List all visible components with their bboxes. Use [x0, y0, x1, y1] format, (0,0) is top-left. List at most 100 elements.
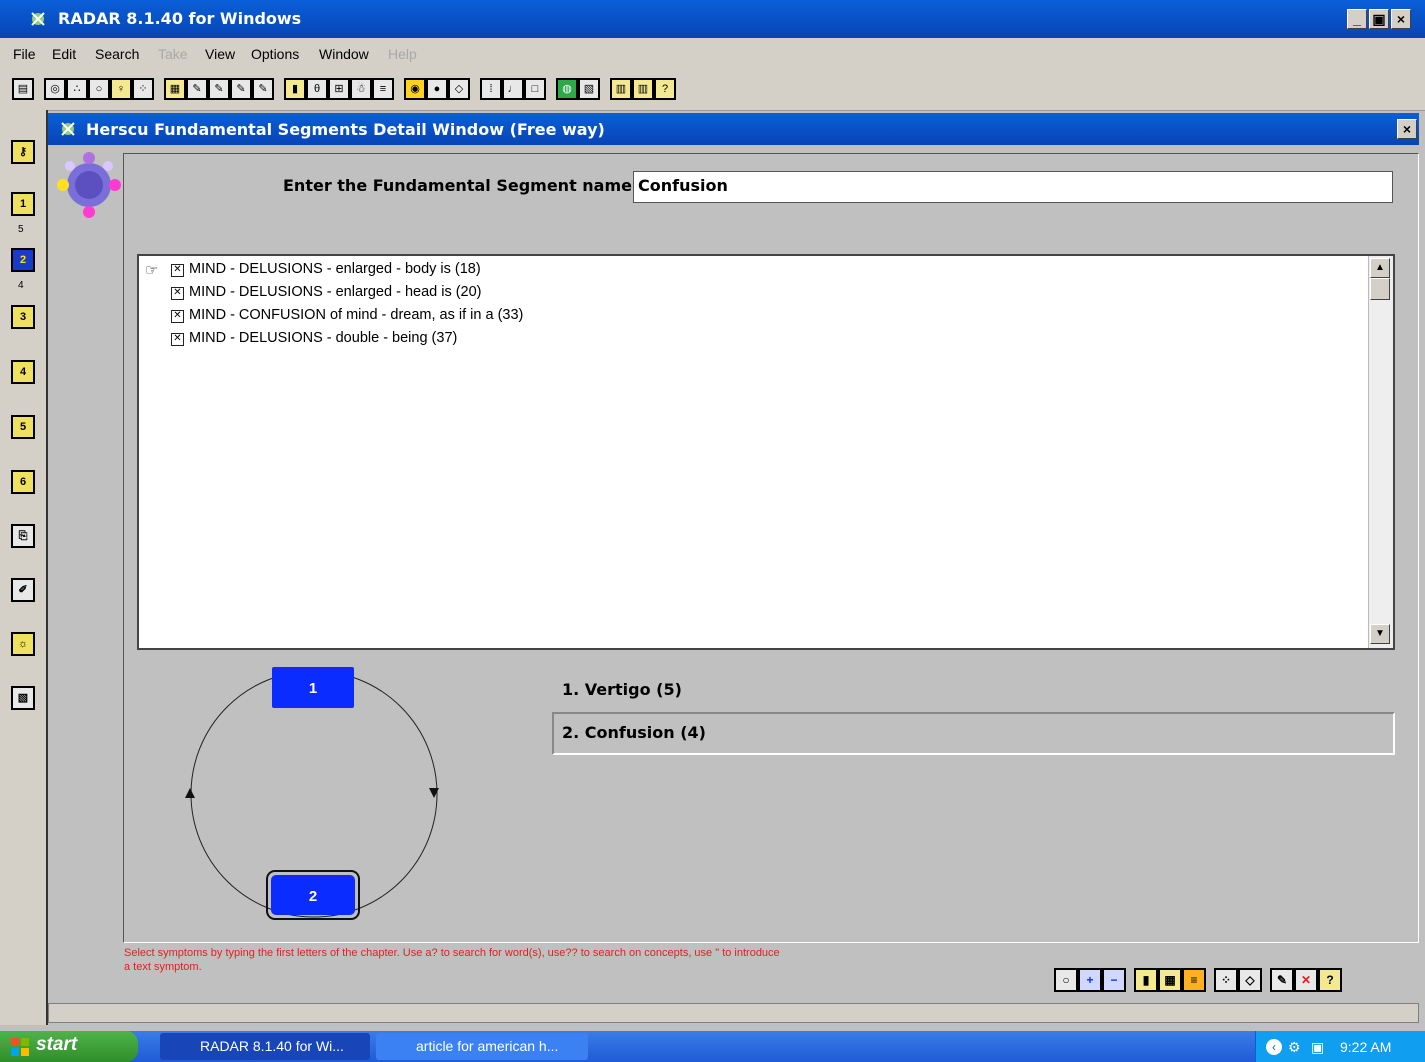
tray-network-icon[interactable]: ⚙ — [1288, 1039, 1301, 1056]
binoculars-icon[interactable]: ◎ — [44, 78, 66, 100]
cycle-node-2-label: 2 — [309, 888, 317, 905]
menu-view[interactable]: View — [205, 46, 235, 62]
bar-chart-icon[interactable]: ▮ — [284, 78, 306, 100]
bar-chart-bottom-icon[interactable]: ▮ — [1134, 968, 1158, 992]
detail-window-title: Herscu Fundamental Segments Detail Windo… — [86, 120, 605, 139]
cycle-node-1-label: 1 — [309, 680, 317, 697]
tray-clock: 9:22 AM — [1340, 1039, 1392, 1055]
book-1-icon[interactable]: ▥ — [610, 78, 632, 100]
scroll-down-icon[interactable]: ▼ — [1370, 624, 1390, 644]
key-icon[interactable]: ⚷ — [11, 140, 35, 164]
scroll-up-icon[interactable]: ▲ — [1370, 258, 1390, 278]
tray-expand-icon[interactable]: ‹ — [1266, 1039, 1282, 1055]
menu-edit[interactable]: Edit — [52, 46, 76, 62]
left-toolstrip: ⚷ 1 5 2 4 3 4 5 6 ⎘ ✐ ☼ ▧ — [0, 110, 48, 1025]
open-folder-icon[interactable]: ▤ — [12, 78, 34, 100]
help-icon[interactable]: ? — [654, 78, 676, 100]
rubric-item[interactable]: MIND - DELUSIONS - enlarged - body is (1… — [189, 261, 481, 277]
rubric-list[interactable]: ☞ ✕ MIND - DELUSIONS - enlarged - body i… — [137, 254, 1395, 650]
segment-item[interactable]: 1. Vertigo (5) — [562, 680, 682, 699]
clipboard-3-button[interactable]: 3 — [11, 305, 35, 329]
detail-window-close-button[interactable]: × — [1397, 119, 1417, 139]
bulb-icon-left[interactable]: ☼ — [11, 632, 35, 656]
clipboard-2-count: 4 — [18, 280, 24, 291]
task-article[interactable]: article for american h... — [376, 1033, 588, 1060]
radar-window-icon — [61, 122, 75, 136]
bulb-icon[interactable]: ♀ — [110, 78, 132, 100]
start-button[interactable]: start — [0, 1031, 138, 1062]
radar-app-icon — [31, 12, 45, 26]
start-label: start — [36, 1034, 78, 1055]
close-button[interactable]: × — [1391, 9, 1411, 29]
rubric-item[interactable]: MIND - CONFUSION of mind - dream, as if … — [189, 307, 523, 323]
note-icon[interactable]: ♩ — [502, 78, 524, 100]
window-icon[interactable]: □ — [524, 78, 546, 100]
edit-clip-1-icon[interactable]: ✎ — [186, 78, 208, 100]
menu-help[interactable]: Help — [388, 46, 417, 62]
rubric-scrollbar[interactable]: ▲ ▼ — [1368, 256, 1393, 648]
menu-search[interactable]: Search — [95, 46, 139, 62]
degree-icon[interactable]: θ — [306, 78, 328, 100]
yellow-circle-icon[interactable]: ◉ — [404, 78, 426, 100]
menu-window[interactable]: Window — [319, 46, 369, 62]
rubric-item[interactable]: MIND - DELUSIONS - double - being (37) — [189, 330, 457, 346]
pencil-bottom-icon[interactable]: ✎ — [1270, 968, 1294, 992]
rubric-checkbox[interactable]: ✕ — [171, 287, 184, 300]
edit-clip-3-icon[interactable]: ✎ — [230, 78, 252, 100]
menu-bar: File Edit Search Take View Options Windo… — [0, 38, 1425, 68]
picture-icon[interactable]: ▧ — [578, 78, 600, 100]
cycle-arrow-left — [185, 788, 195, 798]
app-title: RADAR 8.1.40 for Windows — [58, 9, 302, 28]
clipboard-4-button[interactable]: 4 — [11, 360, 35, 384]
scroll-thumb[interactable] — [1370, 278, 1390, 300]
diamond-icon[interactable]: ◇ — [448, 78, 470, 100]
add-icon[interactable]: + — [1078, 968, 1102, 992]
pointing-hand-icon: ☞ — [145, 262, 159, 279]
chart-edit-icon[interactable]: ✐ — [11, 578, 35, 602]
family-icon[interactable]: ☃ — [350, 78, 372, 100]
rubric-checkbox[interactable]: ✕ — [171, 333, 184, 346]
minimize-button[interactable]: _ — [1347, 9, 1367, 29]
clipboard-icon[interactable]: ▦ — [164, 78, 186, 100]
refresh-circle-icon[interactable]: ○ — [1054, 968, 1078, 992]
rubric-item[interactable]: MIND - DELUSIONS - enlarged - head is (2… — [189, 284, 482, 300]
scatter-icon[interactable]: ⁘ — [132, 78, 154, 100]
cycle-arrow-right — [429, 788, 439, 798]
help-bottom-icon[interactable]: ? — [1318, 968, 1342, 992]
book-2-icon[interactable]: ▥ — [632, 78, 654, 100]
segment-item[interactable]: 2. Confusion (4) — [562, 723, 706, 742]
copy-icon[interactable]: ⎘ — [11, 524, 35, 548]
clipboard-5-button[interactable]: 5 — [11, 415, 35, 439]
book-icon[interactable]: ▧ — [11, 686, 35, 710]
maximize-button[interactable]: ▣ — [1369, 9, 1389, 29]
columns-icon[interactable]: ⁞ — [480, 78, 502, 100]
clipboard-2-button[interactable]: 2 — [11, 248, 35, 272]
magnifier-icon[interactable]: ○ — [88, 78, 110, 100]
segment-name-input[interactable]: Confusion — [633, 171, 1393, 203]
globe-icon[interactable]: ◍ — [556, 78, 578, 100]
dots-bottom-icon[interactable]: ⁘ — [1214, 968, 1238, 992]
list-bottom-icon[interactable]: ≡ — [1182, 968, 1206, 992]
rubric-checkbox[interactable]: ✕ — [171, 264, 184, 277]
edit-clip-4-icon[interactable]: ✎ — [252, 78, 274, 100]
task-radar[interactable]: RADAR 8.1.40 for Wi... — [160, 1033, 370, 1060]
tray-monitor-icon[interactable]: ▣ — [1311, 1039, 1324, 1056]
menu-options[interactable]: Options — [251, 46, 299, 62]
delete-icon[interactable]: ✕ — [1294, 968, 1318, 992]
menu-take[interactable]: Take — [158, 46, 188, 62]
segment-name-label: Enter the Fundamental Segment name: — [283, 176, 639, 195]
person-list-icon[interactable]: ≡ — [372, 78, 394, 100]
segment-cycle-diagram: 1 2 — [185, 667, 439, 920]
detail-window-title-bar: Herscu Fundamental Segments Detail Windo… — [48, 113, 1419, 145]
red-circle-icon[interactable]: ● — [426, 78, 448, 100]
grid-bottom-icon[interactable]: ▦ — [1158, 968, 1182, 992]
clipboard-6-button[interactable]: 6 — [11, 470, 35, 494]
remove-icon[interactable]: − — [1102, 968, 1126, 992]
grid-icon[interactable]: ⊞ — [328, 78, 350, 100]
rubric-checkbox[interactable]: ✕ — [171, 310, 184, 323]
find-word-icon[interactable]: ∴ — [66, 78, 88, 100]
edit-clip-2-icon[interactable]: ✎ — [208, 78, 230, 100]
clipboard-1-button[interactable]: 1 — [11, 192, 35, 216]
menu-file[interactable]: File — [13, 46, 36, 62]
diamond-bottom-icon[interactable]: ◇ — [1238, 968, 1262, 992]
